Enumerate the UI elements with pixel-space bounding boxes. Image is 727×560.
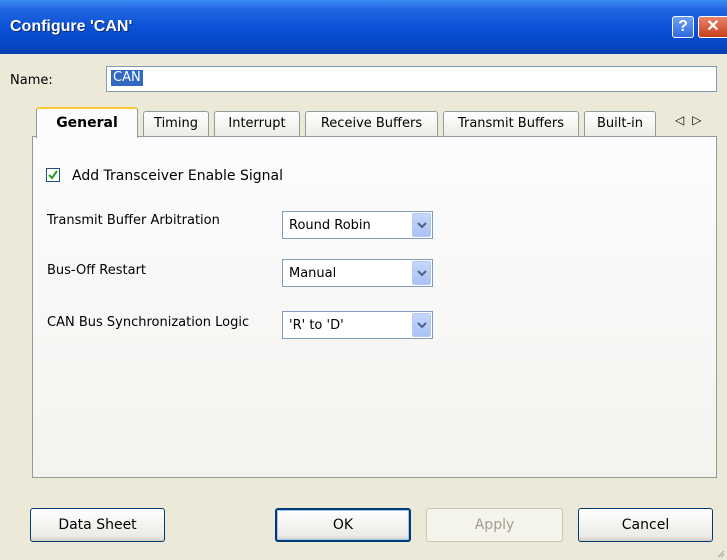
close-button[interactable]: ✕ xyxy=(698,16,727,38)
tab-scroll-arrows: ◁▷ xyxy=(675,113,709,127)
tab-interrupt-label: Interrupt xyxy=(228,116,286,131)
chevron-down-icon[interactable] xyxy=(412,261,431,285)
cancel-button[interactable]: Cancel xyxy=(578,508,713,542)
bus-off-restart-value: Manual xyxy=(289,266,337,281)
tab-scroll-right-icon[interactable]: ▷ xyxy=(692,113,709,127)
help-button[interactable]: ? xyxy=(672,16,694,38)
bus-off-restart-select[interactable]: Manual xyxy=(282,259,433,287)
name-value: CAN xyxy=(111,70,143,86)
data-sheet-button[interactable]: Data Sheet xyxy=(30,508,165,542)
can-bus-sync-logic-select[interactable]: 'R' to 'D' xyxy=(282,311,433,339)
window-title: Configure 'CAN' xyxy=(10,18,133,35)
name-label: Name: xyxy=(10,73,53,88)
can-bus-sync-logic-value: 'R' to 'D' xyxy=(289,318,344,333)
transmit-buffer-arbitration-value: Round Robin xyxy=(289,218,371,233)
can-bus-sync-logic-label: CAN Bus Synchronization Logic xyxy=(47,315,250,330)
tab-general[interactable]: General xyxy=(36,107,138,138)
chevron-down-icon[interactable] xyxy=(412,213,431,237)
bus-off-restart-label: Bus-Off Restart xyxy=(47,263,147,278)
tab-interrupt[interactable]: Interrupt xyxy=(214,111,300,137)
general-tab-panel xyxy=(32,136,717,478)
tab-transmit-buffers-label: Transmit Buffers xyxy=(457,116,565,131)
tab-built-in-label: Built-in xyxy=(596,116,644,131)
tab-timing-label: Timing xyxy=(154,116,198,131)
tab-timing[interactable]: Timing xyxy=(143,111,209,137)
checkmark-icon xyxy=(48,170,58,180)
ok-button[interactable]: OK xyxy=(275,508,411,542)
tab-scroll-left-icon[interactable]: ◁ xyxy=(675,113,692,127)
chevron-down-icon[interactable] xyxy=(412,313,431,337)
tab-transmit-buffers[interactable]: Transmit Buffers xyxy=(443,111,579,137)
transceiver-enable-checkbox[interactable] xyxy=(46,168,60,182)
name-input[interactable]: CAN xyxy=(106,66,717,92)
tab-receive-buffers-label: Receive Buffers xyxy=(320,116,423,131)
configure-dialog: Configure 'CAN' ? ✕ Name: CAN General Ti… xyxy=(0,0,727,560)
tab-general-label: General xyxy=(56,115,118,131)
tab-strip: General Timing Interrupt Receive Buffers… xyxy=(30,105,720,138)
tab-receive-buffers[interactable]: Receive Buffers xyxy=(305,111,438,137)
title-bar[interactable]: Configure 'CAN' ? ✕ xyxy=(0,0,727,54)
apply-button: Apply xyxy=(426,508,563,542)
transceiver-enable-label[interactable]: Add Transceiver Enable Signal xyxy=(72,168,283,184)
resize-grip-icon[interactable] xyxy=(715,548,725,558)
transmit-buffer-arbitration-select[interactable]: Round Robin xyxy=(282,211,433,239)
transmit-buffer-arbitration-label: Transmit Buffer Arbitration xyxy=(47,213,220,228)
tab-built-in[interactable]: Built-in xyxy=(584,111,656,137)
